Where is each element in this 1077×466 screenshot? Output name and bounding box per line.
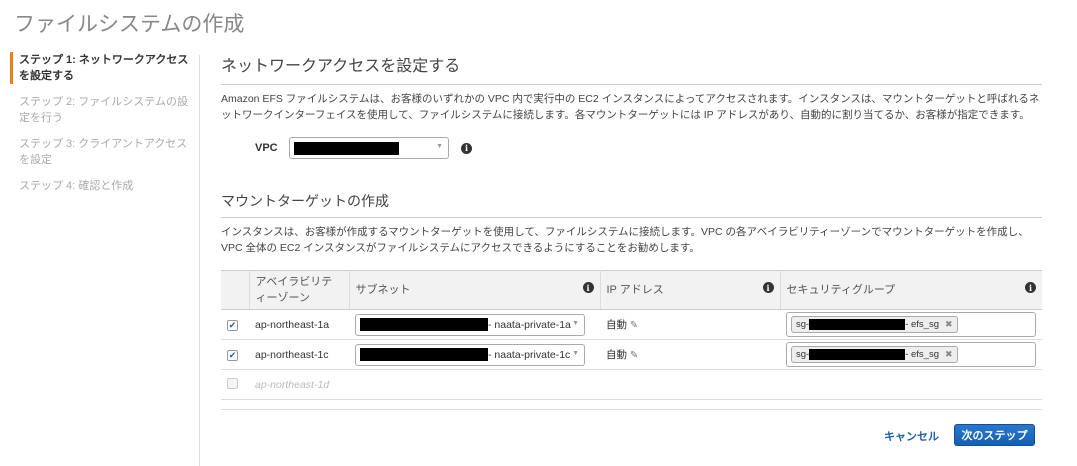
mount-target-table: アベイラビリティーゾーン サブネット i IP アドレス i セキュリティグループ i… (221, 270, 1042, 400)
main-content: ネットワークアクセスを設定する Amazon EFS ファイルシステムは、お客様… (221, 52, 1042, 400)
divider (221, 409, 1042, 410)
divider (199, 55, 200, 466)
wizard-steps: ステップ 1: ネットワークアクセスを設定する ステップ 2: ファイルシステム… (10, 52, 190, 204)
step-1[interactable]: ステップ 1: ネットワークアクセスを設定する (10, 52, 190, 84)
chevron-down-icon: ▼ (436, 143, 443, 150)
vpc-select[interactable]: ▼ (289, 137, 449, 159)
sg-tag: sg- - efs_sg ✖ (791, 346, 958, 363)
redacted-value (360, 348, 488, 361)
table-row: ✔ ap-northeast-1a - naata-private-1a ▼ 自動… (221, 309, 1042, 340)
section-heading: ネットワークアクセスを設定する (221, 52, 1042, 85)
pencil-icon[interactable]: ✎ (630, 320, 638, 331)
ip-value: 自動 (606, 319, 627, 331)
cancel-button[interactable]: キャンセル (884, 428, 939, 444)
next-step-button[interactable]: 次のステップ (954, 424, 1035, 446)
col-subnet: サブネット i (348, 270, 600, 310)
chevron-down-icon: ▼ (572, 319, 579, 327)
step-4: ステップ 4: 確認と作成 (19, 180, 134, 192)
remove-icon[interactable]: ✖ (945, 349, 953, 360)
redacted-value (360, 318, 488, 331)
az-name: ap-northeast-1c (249, 339, 349, 370)
col-az: アベイラビリティーゾーン (248, 270, 349, 310)
mount-description: インスタンスは、お客様が作成するマウントターゲットを使用して、ファイルシステムに… (221, 226, 1029, 254)
vpc-label: VPC (255, 142, 278, 154)
page-title: ファイルシステムの作成 (14, 13, 245, 36)
pencil-icon[interactable]: ✎ (630, 350, 638, 361)
subnet-name: - naata-private-1a (488, 318, 571, 331)
subnet-name: - naata-private-1c (488, 348, 571, 361)
redacted-value (809, 319, 906, 330)
table-header: アベイラビリティーゾーン サブネット i IP アドレス i セキュリティグループ i (221, 270, 1042, 310)
info-icon[interactable]: i (1025, 282, 1036, 293)
info-icon[interactable]: i (762, 282, 774, 293)
chevron-down-icon: ▼ (572, 349, 579, 357)
security-group-input[interactable]: sg- - efs_sg ✖ (786, 312, 1036, 337)
info-icon[interactable]: i (582, 282, 594, 293)
col-ip: IP アドレス i (599, 270, 780, 310)
step-3: ステップ 3: クライアントアクセスを設定 (19, 138, 188, 166)
az-name: ap-northeast-1d (249, 369, 349, 400)
mount-heading: マウントターゲットの作成 (221, 191, 1042, 218)
remove-icon[interactable]: ✖ (945, 319, 953, 330)
redacted-value (294, 141, 399, 155)
security-group-input[interactable]: sg- - efs_sg ✖ (786, 342, 1036, 367)
step-2: ステップ 2: ファイルシステムの設定を行う (19, 96, 188, 124)
sg-tag: sg- - efs_sg ✖ (791, 316, 958, 333)
info-icon[interactable]: i (461, 142, 472, 154)
az-checkbox[interactable]: ✔ (227, 319, 238, 331)
subnet-select[interactable]: - naata-private-1c ▼ (355, 343, 585, 366)
az-checkbox[interactable]: ✔ (227, 349, 238, 361)
az-checkbox[interactable] (227, 377, 238, 389)
table-row: ap-northeast-1d (221, 369, 1042, 400)
redacted-value (809, 349, 906, 360)
col-security-group: セキュリティグループ i (779, 270, 1042, 310)
network-description: Amazon EFS ファイルシステムは、お客様のいずれかの VPC 内で実行中… (221, 93, 1040, 121)
table-row: ✔ ap-northeast-1c - naata-private-1c ▼ 自動… (221, 339, 1042, 370)
az-name: ap-northeast-1a (249, 309, 349, 340)
subnet-select[interactable]: - naata-private-1a ▼ (355, 313, 585, 336)
ip-value: 自動 (606, 349, 627, 361)
